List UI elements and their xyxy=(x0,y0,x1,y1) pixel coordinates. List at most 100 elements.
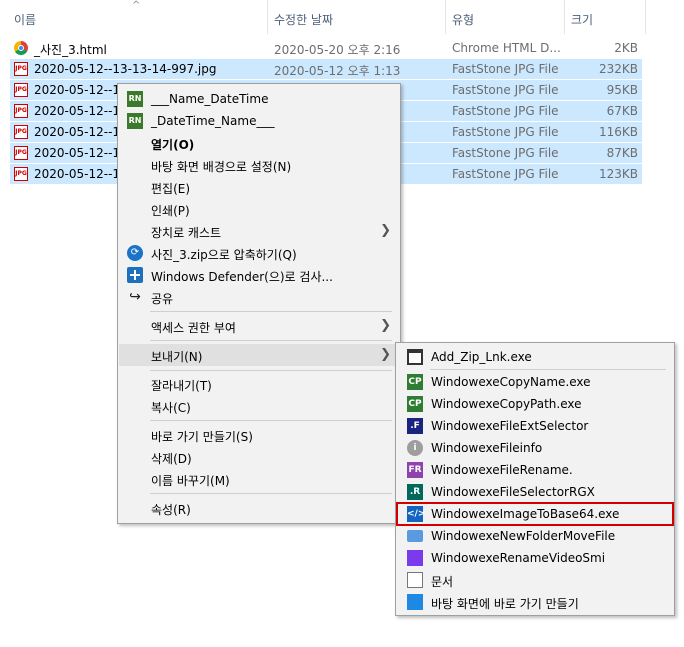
send-to-item[interactable]: WindowexeRenameVideoSmi xyxy=(397,547,673,569)
fr-icon: FR xyxy=(407,462,423,478)
menu-item-create-shortcut[interactable]: 바로 가기 만들기(S) xyxy=(119,424,399,446)
file-size: 95KB xyxy=(606,83,638,97)
column-type[interactable]: 유형 xyxy=(452,11,474,28)
zip-icon: ⟳ xyxy=(127,245,143,261)
file-type: Chrome HTML D... xyxy=(452,41,561,55)
menu-item-label: 속성(R) xyxy=(151,503,191,517)
menu-item-label: 이름 바꾸기(M) xyxy=(151,474,230,488)
menu-item-rename[interactable]: 이름 바꾸기(M) xyxy=(119,468,399,490)
file-type: FastStone JPG File xyxy=(452,167,559,181)
file-size: 232KB xyxy=(598,62,638,76)
send-to-item-label: WindowexeFileRename. xyxy=(431,463,573,477)
menu-item-label: _DateTime_Name___ xyxy=(151,114,275,128)
menu-item-label: 편집(E) xyxy=(151,182,191,196)
menu-separator xyxy=(150,340,392,341)
menu-item-edit[interactable]: 편집(E) xyxy=(119,176,399,198)
column-name[interactable]: 이름 xyxy=(14,11,36,28)
jpg-icon: JPG xyxy=(14,167,28,181)
windows-defender-icon xyxy=(127,267,143,283)
menu-item-label: 보내기(N) xyxy=(151,350,203,364)
file-name: 2020-05-12--1 xyxy=(34,167,121,181)
chevron-right-icon: ❯ xyxy=(380,223,391,238)
file-name: 2020-05-12--1 xyxy=(34,146,121,160)
send-to-item-label: WindowexeFileinfo xyxy=(431,441,543,455)
file-size: 2KB xyxy=(614,41,638,55)
menu-item-label: 열기(O) xyxy=(151,138,195,152)
column-divider[interactable] xyxy=(445,0,446,34)
cp-icon: CP xyxy=(407,396,423,412)
column-divider[interactable] xyxy=(267,0,268,34)
r-icon: .R xyxy=(407,484,423,500)
menu-item-label: Windows Defender(으)로 검사... xyxy=(151,270,333,284)
jpg-icon: JPG xyxy=(14,104,28,118)
code-icon: </> xyxy=(407,506,425,522)
menu-item-cut[interactable]: 잘라내기(T) xyxy=(119,373,399,395)
menu-separator xyxy=(150,493,392,494)
send-to-item[interactable]: i WindowexeFileinfo xyxy=(397,437,673,459)
send-to-item[interactable]: CP WindowexeCopyPath.exe xyxy=(397,393,673,415)
send-to-item-label: WindowexeCopyPath.exe xyxy=(431,397,582,411)
send-to-item[interactable]: .F WindowexeFileExtSelector xyxy=(397,415,673,437)
file-row[interactable]: _사진_3.html 2020-05-20 오후 2:16 Chrome HTML … xyxy=(10,38,642,58)
send-to-item[interactable]: .R WindowexeFileSelectorRGX xyxy=(397,481,673,503)
menu-item-give-access[interactable]: 액세스 권한 부여 ❯ xyxy=(119,315,399,337)
column-divider[interactable] xyxy=(564,0,565,34)
chrome-icon xyxy=(14,41,28,55)
send-to-item[interactable]: </> WindowexeImageToBase64.exe xyxy=(396,502,674,526)
menu-item-defender[interactable]: Windows Defender(으)로 검사... xyxy=(119,264,399,286)
share-icon: ↪ xyxy=(129,289,141,305)
file-name: 2020-05-12--1 xyxy=(34,125,121,139)
menu-item-share[interactable]: ↪ 공유 xyxy=(119,286,399,308)
send-to-item[interactable]: WindowexeNewFolderMoveFile xyxy=(397,525,673,547)
send-to-submenu: Add_Zip_Lnk.exe CP WindowexeCopyName.exe CP… xyxy=(395,342,675,616)
column-date[interactable]: 수정한 날짜 xyxy=(274,11,333,28)
send-to-item[interactable]: Add_Zip_Lnk.exe xyxy=(397,346,673,368)
menu-item-set-wallpaper[interactable]: 바탕 화면 배경으로 설정(N) xyxy=(119,154,399,176)
file-name: 2020-05-12--1 xyxy=(34,83,121,97)
menu-item-label: 삭제(D) xyxy=(151,452,192,466)
file-date: 2020-05-20 오후 2:16 xyxy=(274,43,401,57)
menu-item-label: 바탕 화면 배경으로 설정(N) xyxy=(151,160,292,174)
send-to-item[interactable]: FR WindowexeFileRename. xyxy=(397,459,673,481)
menu-item-send-to[interactable]: 보내기(N) ❯ xyxy=(119,344,399,366)
sort-ascending-icon: ^ xyxy=(132,0,141,11)
file-type: FastStone JPG File xyxy=(452,83,559,97)
menu-item-cast[interactable]: 장치로 캐스트 ❯ xyxy=(119,220,399,242)
column-divider[interactable] xyxy=(645,0,646,34)
column-size[interactable]: 크기 xyxy=(571,11,593,28)
send-to-item[interactable]: 문서 xyxy=(397,569,673,591)
file-date: 2020-05-12 오후 1:13 xyxy=(274,64,401,78)
jpg-icon: JPG xyxy=(14,83,28,97)
menu-item-label: 인쇄(P) xyxy=(151,204,190,218)
menu-item-delete[interactable]: 삭제(D) xyxy=(119,446,399,468)
send-to-item-label: WindowexeRenameVideoSmi xyxy=(431,551,606,565)
rn-icon: RN xyxy=(127,113,143,129)
chevron-right-icon: ❯ xyxy=(380,318,391,333)
menu-item-open[interactable]: 열기(O) xyxy=(119,132,399,154)
menu-item-label: 바로 가기 만들기(S) xyxy=(151,430,253,444)
send-to-item-label: WindowexeFileExtSelector xyxy=(431,419,589,433)
cp-icon: CP xyxy=(407,374,423,390)
menu-item-label: ___Name_DateTime xyxy=(151,92,269,106)
send-to-item-label: WindowexeFileSelectorRGX xyxy=(431,485,595,499)
menu-separator xyxy=(430,369,666,370)
file-type: FastStone JPG File xyxy=(452,104,559,118)
file-row[interactable]: JPG 2020-05-12--13-13-14-997.jpg 2020-05-1… xyxy=(10,59,642,79)
menu-item-label: 복사(C) xyxy=(151,401,191,415)
jpg-icon: JPG xyxy=(14,62,28,76)
menu-item-datetime-name[interactable]: RN _DateTime_Name___ xyxy=(119,110,399,132)
rn-icon: RN xyxy=(127,91,143,107)
menu-item-label: 공유 xyxy=(151,292,174,306)
send-to-item-label: WindowexeNewFolderMoveFile xyxy=(431,529,616,543)
send-to-item[interactable]: CP WindowexeCopyName.exe xyxy=(397,371,673,393)
menu-item-compress[interactable]: ⟳ 사진_3.zip으로 압축하기(Q) xyxy=(119,242,399,264)
menu-item-properties[interactable]: 속성(R) xyxy=(119,497,399,519)
file-size: 67KB xyxy=(606,104,638,118)
menu-item-copy[interactable]: 복사(C) xyxy=(119,395,399,417)
menu-item-label: 잘라내기(T) xyxy=(151,379,212,393)
send-to-item[interactable]: 바탕 화면에 바로 가기 만들기 xyxy=(397,591,673,613)
send-to-item-label: WindowexeCopyName.exe xyxy=(431,375,591,389)
menu-item-label: 액세스 권한 부여 xyxy=(151,321,236,335)
menu-item-name-datetime[interactable]: RN ___Name_DateTime xyxy=(119,88,399,110)
menu-item-print[interactable]: 인쇄(P) xyxy=(119,198,399,220)
